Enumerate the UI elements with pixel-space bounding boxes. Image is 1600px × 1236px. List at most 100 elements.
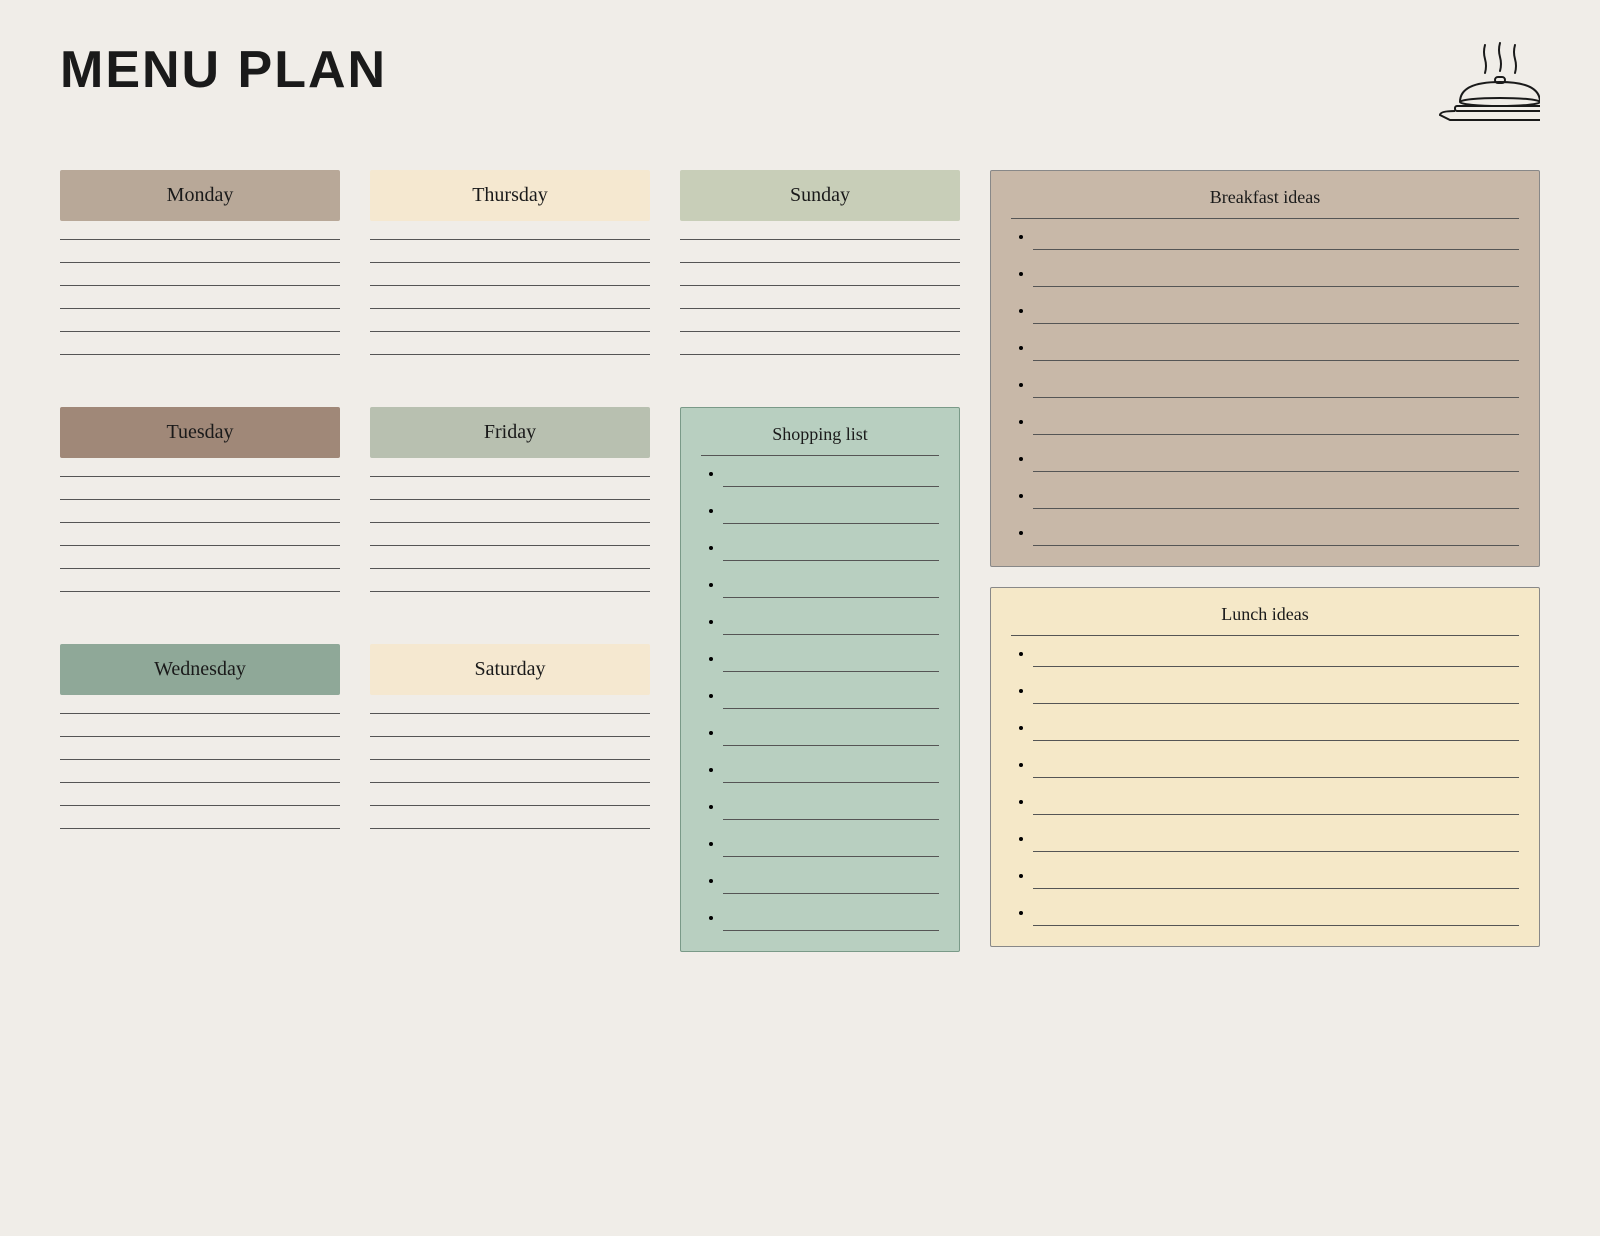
friday-lines <box>370 476 650 614</box>
tuesday-line-2 <box>60 499 340 500</box>
friday-line-3 <box>370 522 650 523</box>
thursday-line-2 <box>370 262 650 263</box>
thursday-line-1 <box>370 239 650 240</box>
breakfast-ideas-title: Breakfast ideas <box>1011 187 1519 219</box>
monday-section: Monday <box>60 170 340 377</box>
monday-line-6 <box>60 354 340 355</box>
page-header: MENU PLAN <box>60 40 1540 130</box>
sunday-line-4 <box>680 308 960 309</box>
monday-lines <box>60 239 340 377</box>
sunday-line-5 <box>680 331 960 332</box>
lunch-ideas-box: Lunch ideas <box>990 587 1540 947</box>
sunday-line-3 <box>680 285 960 286</box>
sunday-line-1 <box>680 239 960 240</box>
thursday-line-3 <box>370 285 650 286</box>
thursday-label: Thursday <box>370 170 650 221</box>
shopping-item <box>723 540 939 561</box>
page-title: MENU PLAN <box>60 40 387 100</box>
friday-line-5 <box>370 568 650 569</box>
breakfast-item <box>1033 340 1519 361</box>
wednesday-label: Wednesday <box>60 644 340 695</box>
breakfast-item <box>1033 525 1519 546</box>
lunch-item <box>1033 868 1519 889</box>
saturday-label: Saturday <box>370 644 650 695</box>
friday-line-2 <box>370 499 650 500</box>
lunch-ideas-list <box>1011 646 1519 926</box>
page-wrapper: MENU PLAN Monday <box>60 40 1540 952</box>
shopping-item <box>723 799 939 820</box>
wednesday-line-6 <box>60 828 340 829</box>
col-ideas: Breakfast ideas Lunch ideas <box>990 170 1540 952</box>
saturday-lines <box>370 713 650 851</box>
thursday-lines <box>370 239 650 377</box>
shopping-item <box>723 725 939 746</box>
friday-label: Friday <box>370 407 650 458</box>
friday-section: Friday <box>370 407 650 614</box>
breakfast-item <box>1033 377 1519 398</box>
wednesday-line-3 <box>60 759 340 760</box>
saturday-line-3 <box>370 759 650 760</box>
sunday-line-2 <box>680 262 960 263</box>
friday-line-6 <box>370 591 650 592</box>
tuesday-line-3 <box>60 522 340 523</box>
tuesday-lines <box>60 476 340 614</box>
friday-line-1 <box>370 476 650 477</box>
wednesday-line-1 <box>60 713 340 714</box>
saturday-line-1 <box>370 713 650 714</box>
breakfast-ideas-list <box>1011 229 1519 546</box>
lunch-item <box>1033 683 1519 704</box>
breakfast-item <box>1033 266 1519 287</box>
lunch-item <box>1033 757 1519 778</box>
lunch-ideas-title: Lunch ideas <box>1011 604 1519 636</box>
lunch-item <box>1033 794 1519 815</box>
tuesday-line-6 <box>60 591 340 592</box>
thursday-line-6 <box>370 354 650 355</box>
saturday-line-5 <box>370 805 650 806</box>
breakfast-item <box>1033 451 1519 472</box>
tuesday-label: Tuesday <box>60 407 340 458</box>
tuesday-section: Tuesday <box>60 407 340 614</box>
shopping-item <box>723 762 939 783</box>
shopping-item <box>723 466 939 487</box>
breakfast-ideas-box: Breakfast ideas <box>990 170 1540 567</box>
chef-icon <box>1430 40 1540 130</box>
monday-line-3 <box>60 285 340 286</box>
wednesday-line-2 <box>60 736 340 737</box>
wednesday-line-5 <box>60 805 340 806</box>
main-grid: Monday Tuesday <box>60 170 1540 952</box>
shopping-item <box>723 910 939 931</box>
breakfast-item <box>1033 414 1519 435</box>
shopping-list <box>701 466 939 931</box>
friday-line-4 <box>370 545 650 546</box>
monday-line-4 <box>60 308 340 309</box>
shopping-item <box>723 836 939 857</box>
saturday-line-2 <box>370 736 650 737</box>
saturday-section: Saturday <box>370 644 650 851</box>
shopping-item <box>723 577 939 598</box>
saturday-line-4 <box>370 782 650 783</box>
thursday-line-5 <box>370 331 650 332</box>
shopping-list-box: Shopping list <box>680 407 960 952</box>
tuesday-line-1 <box>60 476 340 477</box>
col-sunday-shopping: Sunday Shopping list <box>680 170 960 952</box>
col-monday-tuesday-wednesday: Monday Tuesday <box>60 170 340 952</box>
sunday-label: Sunday <box>680 170 960 221</box>
col-thursday-friday-saturday: Thursday Friday <box>370 170 650 952</box>
lunch-item <box>1033 720 1519 741</box>
sunday-lines <box>680 239 960 377</box>
shopping-list-title: Shopping list <box>701 424 939 456</box>
tuesday-line-5 <box>60 568 340 569</box>
lunch-item <box>1033 831 1519 852</box>
lunch-item <box>1033 646 1519 667</box>
monday-label: Monday <box>60 170 340 221</box>
shopping-item <box>723 614 939 635</box>
thursday-line-4 <box>370 308 650 309</box>
breakfast-item <box>1033 229 1519 250</box>
wednesday-lines <box>60 713 340 851</box>
wednesday-section: Wednesday <box>60 644 340 851</box>
shopping-item <box>723 688 939 709</box>
sunday-line-6 <box>680 354 960 355</box>
breakfast-item <box>1033 303 1519 324</box>
shopping-item <box>723 651 939 672</box>
wednesday-line-4 <box>60 782 340 783</box>
